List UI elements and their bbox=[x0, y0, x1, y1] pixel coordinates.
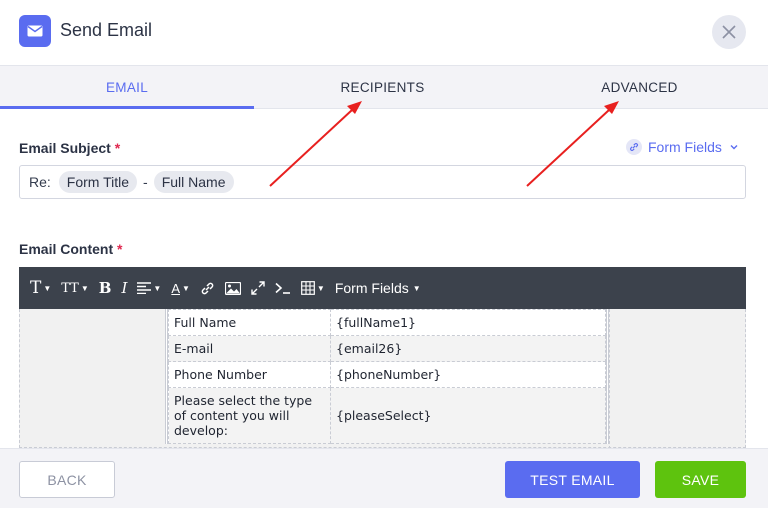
email-subject-label: Email Subject * bbox=[19, 140, 120, 156]
fullscreen-button[interactable] bbox=[246, 267, 270, 309]
table-row: Please select the type of content you wi… bbox=[168, 387, 606, 444]
tab-bar: EMAIL RECIPIENTS ADVANCED bbox=[0, 66, 768, 109]
required-mark: * bbox=[117, 241, 123, 257]
subject-chip-form-title[interactable]: Form Title bbox=[58, 171, 138, 193]
code-icon bbox=[275, 282, 290, 294]
toolbar-form-fields-button[interactable]: Form Fields ▼ bbox=[330, 267, 426, 309]
table-row: Phone Number {phoneNumber} bbox=[168, 361, 606, 388]
caret-icon: ▼ bbox=[316, 283, 325, 293]
required-mark: * bbox=[114, 140, 121, 156]
email-content-label: Email Content * bbox=[19, 241, 122, 257]
font-size-button[interactable]: TT ▼ bbox=[56, 267, 94, 309]
envelope-icon bbox=[19, 15, 51, 47]
email-content-editor[interactable]: Full Name {fullName1} E-mail {email26} P… bbox=[19, 309, 746, 448]
save-button[interactable]: SAVE bbox=[655, 461, 746, 498]
email-fields-table: Full Name {fullName1} E-mail {email26} P… bbox=[165, 309, 609, 444]
active-tab-indicator bbox=[0, 106, 254, 109]
toolbar-form-fields-label: Form Fields bbox=[334, 280, 409, 296]
code-view-button[interactable] bbox=[270, 267, 296, 309]
table-cell-field: Full Name bbox=[168, 309, 331, 336]
table-cell-value: {email26} bbox=[330, 335, 606, 362]
caret-icon: ▼ bbox=[43, 283, 52, 293]
form-fields-label: Form Fields bbox=[648, 139, 722, 155]
form-fields-dropdown[interactable]: Form Fields bbox=[626, 138, 739, 156]
text-color-icon: A bbox=[171, 280, 180, 296]
subject-separator: - bbox=[143, 174, 148, 190]
caret-icon: ▼ bbox=[80, 283, 89, 293]
fullscreen-icon bbox=[251, 281, 265, 295]
tab-advanced[interactable]: ADVANCED bbox=[511, 66, 768, 109]
email-subject-input[interactable]: Re: Form Title - Full Name bbox=[19, 165, 746, 199]
modal-footer: BACK TEST EMAIL SAVE bbox=[0, 448, 768, 508]
insert-link-button[interactable] bbox=[195, 267, 220, 309]
link-icon bbox=[201, 282, 214, 294]
link-icon bbox=[626, 139, 642, 155]
caret-icon: ▼ bbox=[412, 283, 421, 293]
back-button[interactable]: BACK bbox=[19, 461, 115, 498]
subject-chip-full-name[interactable]: Full Name bbox=[153, 171, 234, 193]
modal-header: Send Email bbox=[0, 0, 768, 66]
bold-icon: B bbox=[98, 279, 112, 297]
table-cell-value: {fullName1} bbox=[330, 309, 606, 336]
italic-icon: I bbox=[121, 279, 128, 297]
font-size-icon: TT bbox=[61, 280, 79, 296]
table-icon bbox=[301, 281, 315, 295]
italic-button[interactable]: I bbox=[116, 267, 132, 309]
table-cell-value: {phoneNumber} bbox=[330, 361, 606, 388]
subject-prefix: Re: bbox=[29, 174, 51, 190]
table-cell-field: E-mail bbox=[168, 335, 331, 362]
image-icon bbox=[224, 281, 241, 295]
caret-icon: ▼ bbox=[153, 283, 162, 293]
table-cell-field: Phone Number bbox=[168, 361, 331, 388]
table-cell-field: Please select the type of content you wi… bbox=[168, 387, 331, 444]
caret-icon: ▼ bbox=[182, 283, 190, 293]
editor-toolbar: T ▼ TT ▼ B I ▼ A ▼ ▼ Form Fields ▼ bbox=[19, 267, 746, 309]
table-cell-value: {pleaseSelect} bbox=[330, 387, 606, 444]
modal-title: Send Email bbox=[60, 20, 153, 40]
tab-recipients[interactable]: RECIPIENTS bbox=[254, 66, 511, 109]
text-format-button[interactable]: T ▼ bbox=[25, 267, 56, 309]
close-icon[interactable] bbox=[712, 15, 746, 49]
align-icon bbox=[137, 282, 152, 294]
chevron-down-icon bbox=[730, 145, 738, 150]
table-row: E-mail {email26} bbox=[168, 335, 606, 362]
text-color-button[interactable]: A ▼ bbox=[166, 267, 195, 309]
editor-left-margin bbox=[20, 309, 165, 447]
editor-right-margin bbox=[609, 309, 745, 447]
text-format-icon: T bbox=[30, 278, 42, 298]
table-row: Full Name {fullName1} bbox=[168, 309, 606, 336]
email-subject-label-text: Email Subject bbox=[19, 140, 111, 156]
email-content-label-text: Email Content bbox=[19, 241, 114, 257]
align-button[interactable]: ▼ bbox=[132, 267, 166, 309]
bold-button[interactable]: B bbox=[94, 267, 117, 309]
insert-table-button[interactable]: ▼ bbox=[296, 267, 330, 309]
insert-image-button[interactable] bbox=[220, 267, 246, 309]
tab-email[interactable]: EMAIL bbox=[0, 66, 254, 109]
test-email-button[interactable]: TEST EMAIL bbox=[505, 461, 640, 498]
